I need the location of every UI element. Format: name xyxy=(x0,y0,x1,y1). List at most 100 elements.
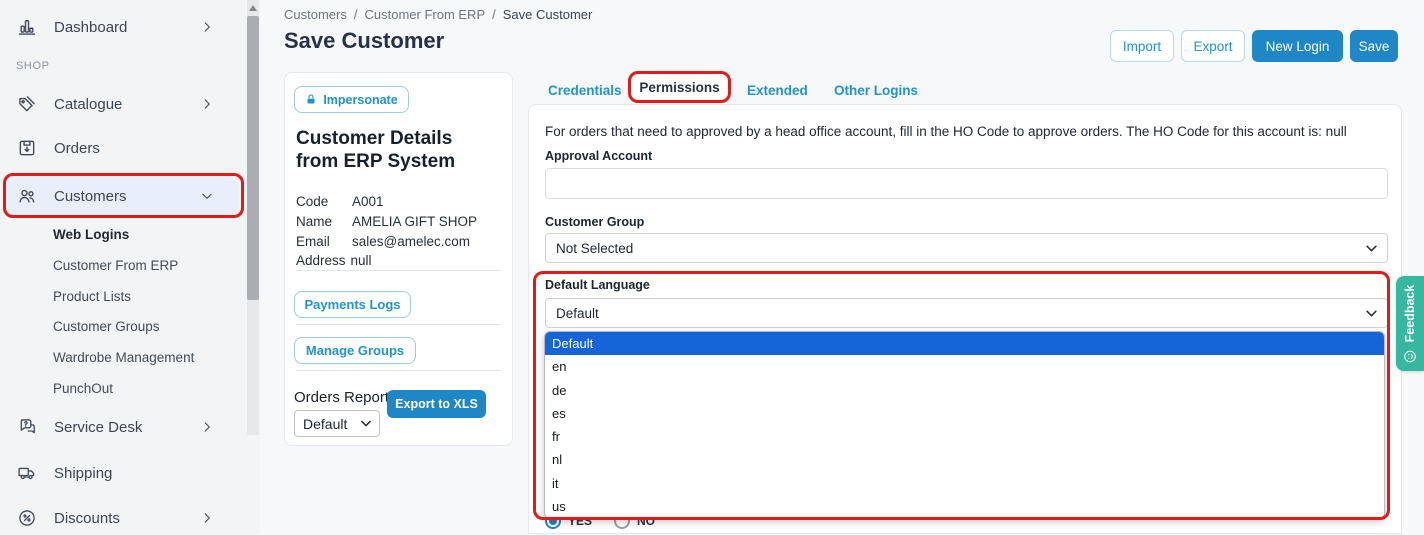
field-value: AMELIA GIFT SHOP xyxy=(352,214,477,229)
package-icon xyxy=(17,138,37,158)
language-option-default[interactable]: Default xyxy=(545,332,1384,355)
ho-code-info-text: For orders that need to approved by a he… xyxy=(545,124,1391,139)
field-row-address: Address null xyxy=(296,253,372,268)
tab-credentials[interactable]: Credentials xyxy=(548,83,622,98)
app-root: Dashboard SHOP Catalogue Orders Customer… xyxy=(0,0,1424,534)
sidebar-subitem-product-lists[interactable]: Product Lists xyxy=(53,289,131,304)
default-language-select[interactable]: Default xyxy=(545,298,1388,328)
chevron-right-icon xyxy=(200,511,214,525)
card-heading: Customer Details from ERP System xyxy=(296,127,493,173)
sidebar-item-orders[interactable]: Orders xyxy=(8,131,238,165)
new-login-button[interactable]: New Login xyxy=(1252,30,1343,62)
sidebar-item-shipping[interactable]: Shipping xyxy=(8,456,238,490)
sidebar-scrollbar-thumb[interactable] xyxy=(247,16,259,300)
language-option-fr[interactable]: fr xyxy=(545,425,1384,448)
language-option-en[interactable]: en xyxy=(545,355,1384,378)
bar-chart-icon xyxy=(17,17,37,37)
breadcrumb-customers[interactable]: Customers xyxy=(284,7,347,22)
sidebar-item-label: Dashboard xyxy=(54,19,127,36)
language-option-es[interactable]: es xyxy=(545,402,1384,425)
breadcrumb: Customers / Customer From ERP / Save Cus… xyxy=(284,7,592,22)
breadcrumb-customer-from-erp[interactable]: Customer From ERP xyxy=(364,7,485,22)
chevron-right-icon xyxy=(200,420,214,434)
field-row-code: Code A001 xyxy=(296,194,384,209)
chevron-down-icon xyxy=(361,420,371,427)
customer-group-select[interactable]: Not Selected xyxy=(545,233,1388,263)
lock-icon xyxy=(305,93,317,106)
default-language-selected-value: Default xyxy=(556,306,599,321)
feedback-label: Feedback xyxy=(1403,284,1417,342)
feedback-tab-content: Feedback xyxy=(1396,276,1424,371)
orders-report-label: Orders Report xyxy=(294,389,389,406)
language-option-it[interactable]: it xyxy=(545,472,1384,495)
sidebar-item-service-desk[interactable]: Service Desk xyxy=(8,410,238,444)
feedback-tab[interactable]: Feedback xyxy=(1396,276,1424,371)
field-row-name: Name AMELIA GIFT SHOP xyxy=(296,214,477,229)
sidebar-item-dashboard[interactable]: Dashboard xyxy=(8,10,238,44)
sidebar-item-label: Service Desk xyxy=(54,419,142,436)
sidebar-item-customers[interactable]: Customers xyxy=(8,177,238,215)
orders-report-select[interactable]: Default xyxy=(294,410,380,437)
field-value: sales@amelec.com xyxy=(352,234,470,249)
customer-group-selected-value: Not Selected xyxy=(556,241,633,256)
sidebar-section-shop: SHOP xyxy=(16,60,50,72)
percent-icon xyxy=(17,508,37,528)
truck-icon xyxy=(17,463,37,483)
breadcrumb-current: Save Customer xyxy=(503,7,593,22)
language-option-nl[interactable]: nl xyxy=(545,448,1384,471)
default-language-label: Default Language xyxy=(545,278,650,292)
language-option-de[interactable]: de xyxy=(545,379,1384,402)
save-button[interactable]: Save xyxy=(1350,30,1398,62)
tab-other-logins[interactable]: Other Logins xyxy=(834,83,918,98)
sidebar-subitem-customer-groups[interactable]: Customer Groups xyxy=(53,319,160,334)
smiley-icon xyxy=(1403,349,1417,363)
field-label: Name xyxy=(296,214,352,229)
chevron-right-icon xyxy=(200,97,214,111)
field-label: Code xyxy=(296,194,352,209)
import-button[interactable]: Import xyxy=(1110,30,1174,62)
payments-logs-button[interactable]: Payments Logs xyxy=(294,291,411,318)
sidebar-item-catalogue[interactable]: Catalogue xyxy=(8,87,238,121)
sidebar-subitem-web-logins[interactable]: Web Logins xyxy=(53,227,129,242)
divider xyxy=(296,270,502,271)
sidebar-item-label: Customers xyxy=(54,188,127,205)
divider xyxy=(296,324,502,325)
customer-details-card: Impersonate Customer Details from ERP Sy… xyxy=(284,72,513,446)
sidebar-item-label: Discounts xyxy=(54,510,120,527)
divider xyxy=(296,370,502,371)
chevron-down-icon xyxy=(1366,310,1377,317)
approval-account-input[interactable] xyxy=(545,168,1388,199)
chevron-down-icon xyxy=(1366,245,1377,252)
sidebar: Dashboard SHOP Catalogue Orders Customer… xyxy=(0,0,260,534)
orders-report-selected-value: Default xyxy=(303,416,347,432)
export-button[interactable]: Export xyxy=(1181,30,1245,62)
impersonate-label: Impersonate xyxy=(323,93,397,107)
breadcrumb-separator: / xyxy=(354,7,358,22)
tags-icon xyxy=(17,94,37,114)
sidebar-item-label: Catalogue xyxy=(54,96,122,113)
sidebar-item-discounts[interactable]: Discounts xyxy=(8,501,238,535)
scrollbar-up-arrow-icon[interactable] xyxy=(249,5,257,11)
export-to-xls-button[interactable]: Export to XLS xyxy=(387,390,486,418)
language-dropdown-list: Default en de es fr nl it us xyxy=(544,331,1385,519)
field-label: Address xyxy=(296,253,346,268)
impersonate-button[interactable]: Impersonate xyxy=(294,86,409,113)
sidebar-subitem-punchout[interactable]: PunchOut xyxy=(53,381,113,396)
approval-account-label: Approval Account xyxy=(545,149,652,163)
manage-groups-button[interactable]: Manage Groups xyxy=(294,337,416,364)
language-option-us[interactable]: us xyxy=(545,495,1384,518)
field-row-email: Email sales@amelec.com xyxy=(296,234,470,249)
breadcrumb-separator: / xyxy=(492,7,496,22)
sidebar-item-label: Orders xyxy=(54,140,100,157)
sidebar-subitem-wardrobe-management[interactable]: Wardrobe Management xyxy=(53,350,194,365)
chevron-right-icon xyxy=(200,20,214,34)
sidebar-subitem-customer-from-erp[interactable]: Customer From ERP xyxy=(53,258,178,273)
support-chat-icon xyxy=(17,417,37,437)
field-value: A001 xyxy=(352,194,384,209)
field-label: Email xyxy=(296,234,352,249)
chevron-down-icon xyxy=(200,189,214,203)
tab-extended[interactable]: Extended xyxy=(747,83,808,98)
permissions-panel: For orders that need to approved by a he… xyxy=(528,104,1402,534)
tab-permissions[interactable]: Permissions xyxy=(628,72,731,103)
field-value: null xyxy=(351,253,372,268)
